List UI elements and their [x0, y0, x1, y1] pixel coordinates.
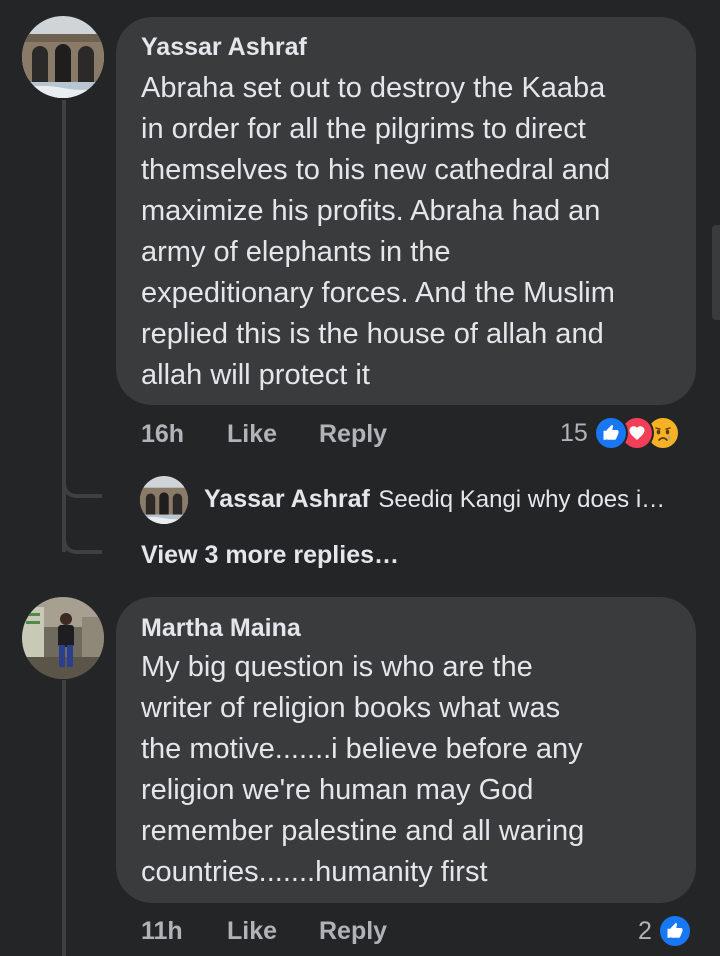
avatar-photo	[140, 476, 188, 524]
comment-bubble[interactable]: Yassar Ashraf Abraha set out to destroy …	[116, 17, 696, 405]
reply-preview[interactable]: Yassar Ashraf Seediq Kangi why does i…	[204, 485, 665, 514]
avatar[interactable]	[22, 597, 104, 679]
reply-avatar[interactable]	[140, 476, 188, 524]
reaction-summary[interactable]: 15	[560, 414, 680, 452]
view-more-replies[interactable]: View 3 more replies…	[141, 541, 399, 570]
thread-line	[62, 680, 66, 956]
comment-author[interactable]: Martha Maina	[141, 614, 301, 643]
avatar-photo	[22, 16, 104, 98]
reaction-summary[interactable]: 2	[638, 912, 692, 950]
thread-branch	[62, 520, 102, 554]
comment-author[interactable]: Yassar Ashraf	[141, 33, 307, 62]
reply-snippet: Seediq Kangi why does i…	[378, 486, 666, 513]
thread-branch	[62, 468, 102, 498]
like-icon	[657, 914, 692, 948]
reply-button[interactable]: Reply	[319, 917, 387, 946]
like-button[interactable]: Like	[227, 420, 277, 449]
comment-time[interactable]: 16h	[141, 420, 184, 449]
reaction-count: 15	[560, 418, 588, 447]
reply-button[interactable]: Reply	[319, 420, 387, 449]
scrollbar[interactable]	[712, 225, 720, 320]
avatar-photo	[22, 597, 104, 679]
comment-bubble[interactable]: Martha Maina My big question is who are …	[116, 597, 696, 903]
comment-time[interactable]: 11h	[141, 917, 183, 946]
like-icon	[593, 416, 628, 450]
like-button[interactable]: Like	[227, 917, 277, 946]
reply-author[interactable]: Yassar Ashraf	[204, 485, 370, 513]
comment-text: My big question is who are the writer of…	[141, 651, 585, 888]
reaction-count: 2	[638, 916, 652, 945]
comment-text: Abraha set out to destroy the Kaaba in o…	[141, 72, 615, 391]
avatar[interactable]	[22, 16, 104, 98]
